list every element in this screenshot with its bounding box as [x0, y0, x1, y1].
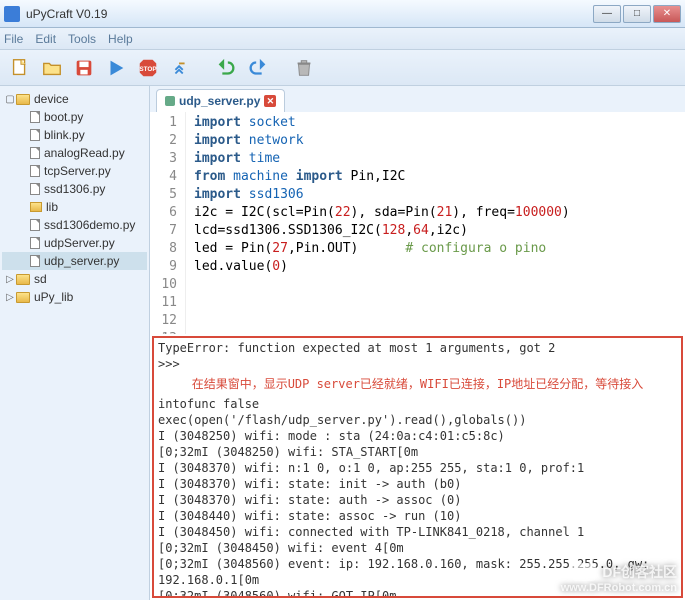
console-line: I (3048440) wifi: state: assoc -> run (1…	[158, 508, 677, 524]
console-line: TypeError: function expected at most 1 a…	[158, 340, 677, 356]
tab-label: udp_server.py	[179, 94, 260, 108]
file-icon	[30, 237, 40, 249]
tree-upylib[interactable]: ▷uPy_lib	[2, 288, 147, 306]
console-line: I (3048450) wifi: connected with TP-LINK…	[158, 524, 677, 540]
file-icon	[30, 147, 40, 159]
console-line: I (3048250) wifi: mode : sta (24:0a:c4:0…	[158, 428, 677, 444]
connect-button[interactable]	[166, 54, 194, 82]
file-icon	[30, 129, 40, 141]
menu-tools[interactable]: Tools	[68, 32, 96, 46]
file-icon	[30, 165, 40, 177]
app-icon	[4, 6, 20, 22]
tree-file[interactable]: udpServer.py	[2, 234, 147, 252]
file-tree: ▢device boot.py blink.py analogRead.py t…	[0, 86, 150, 600]
tree-sd[interactable]: ▷sd	[2, 270, 147, 288]
tabbar: udp_server.py ✕	[150, 86, 685, 112]
console-line: I (3048370) wifi: state: init -> auth (b…	[158, 476, 677, 492]
window-controls: — □ ✕	[593, 5, 681, 23]
folder-icon	[16, 292, 30, 303]
main-area: udp_server.py ✕ 1234567891011121314 impo…	[150, 86, 685, 600]
console-line: intofunc false	[158, 396, 677, 412]
console-line: [0;32mI (3048560) wifi: GOT_IP[0m	[158, 588, 677, 598]
folder-icon	[16, 94, 30, 105]
console-line: I (3048370) wifi: n:1 0, o:1 0, ap:255 2…	[158, 460, 677, 476]
tab-close-icon[interactable]: ✕	[264, 95, 276, 107]
redo-button[interactable]	[244, 54, 272, 82]
new-file-button[interactable]	[6, 54, 34, 82]
folder-icon	[30, 202, 42, 212]
window-title: uPyCraft V0.19	[26, 7, 593, 21]
console-panel[interactable]: TypeError: function expected at most 1 a…	[152, 336, 683, 598]
console-line: I (3048370) wifi: state: auth -> assoc (…	[158, 492, 677, 508]
modified-indicator	[165, 96, 175, 106]
stop-button[interactable]: STOP	[134, 54, 162, 82]
folder-icon	[16, 274, 30, 285]
menubar: File Edit Tools Help	[0, 28, 685, 50]
console-line: [0;32mI (3048250) wifi: STA_START[0m	[158, 444, 677, 460]
clear-button[interactable]	[290, 54, 318, 82]
console-line: [0;32mI (3048560) event: ip: 192.168.0.1…	[158, 556, 677, 588]
console-prompt: >>>	[158, 356, 677, 372]
undo-button[interactable]	[212, 54, 240, 82]
svg-text:STOP: STOP	[139, 65, 157, 72]
tree-device[interactable]: ▢device	[2, 90, 147, 108]
tree-file[interactable]: tcpServer.py	[2, 162, 147, 180]
file-icon	[30, 183, 40, 195]
line-gutter: 1234567891011121314	[150, 112, 186, 334]
menu-edit[interactable]: Edit	[35, 32, 56, 46]
console-annotation: 在结果窗中，显示UDP server已经就绪，WIFI已连接，IP地址已经分配，…	[158, 372, 677, 396]
titlebar: uPyCraft V0.19 — □ ✕	[0, 0, 685, 28]
tree-lib[interactable]: lib	[2, 198, 147, 216]
tree-file[interactable]: analogRead.py	[2, 144, 147, 162]
code-area[interactable]: import socketimport networkimport timefr…	[186, 112, 578, 334]
file-icon	[30, 111, 40, 123]
close-button[interactable]: ✕	[653, 5, 681, 23]
tree-file[interactable]: ssd1306.py	[2, 180, 147, 198]
tab-active[interactable]: udp_server.py ✕	[156, 89, 285, 112]
tree-file[interactable]: boot.py	[2, 108, 147, 126]
file-icon	[30, 219, 40, 231]
toolbar: STOP	[0, 50, 685, 86]
download-run-button[interactable]	[102, 54, 130, 82]
code-editor[interactable]: 1234567891011121314 import socketimport …	[150, 112, 685, 334]
console-line: [0;32mI (3048450) wifi: event 4[0m	[158, 540, 677, 556]
maximize-button[interactable]: □	[623, 5, 651, 23]
menu-help[interactable]: Help	[108, 32, 133, 46]
tree-file[interactable]: blink.py	[2, 126, 147, 144]
tree-file[interactable]: ssd1306demo.py	[2, 216, 147, 234]
tree-file-selected[interactable]: udp_server.py	[2, 252, 147, 270]
file-icon	[30, 255, 40, 267]
console-line: exec(open('/flash/udp_server.py').read()…	[158, 412, 677, 428]
minimize-button[interactable]: —	[593, 5, 621, 23]
save-button[interactable]	[70, 54, 98, 82]
menu-file[interactable]: File	[4, 32, 23, 46]
open-file-button[interactable]	[38, 54, 66, 82]
workspace: ▢device boot.py blink.py analogRead.py t…	[0, 86, 685, 600]
